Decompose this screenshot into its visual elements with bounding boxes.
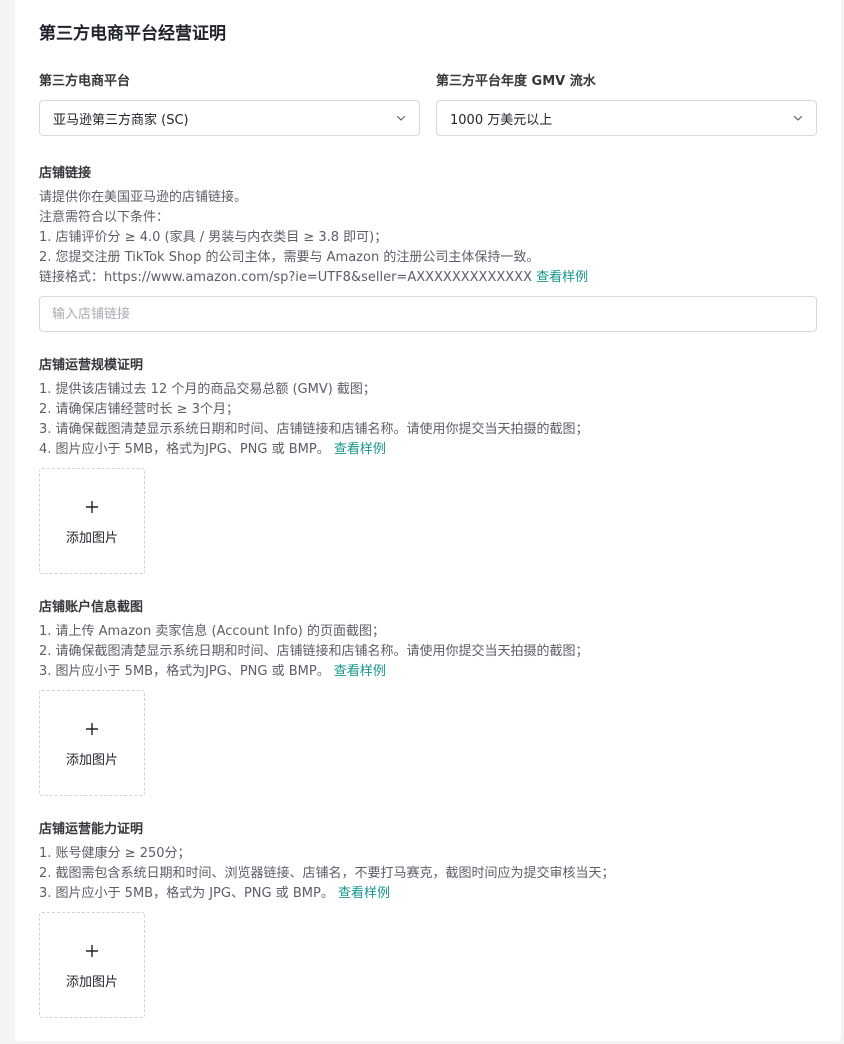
description-line-format: 链接格式：https://www.amazon.com/sp?ie=UTF8&s…	[39, 268, 817, 288]
store-link-description: 请提供你在美国亚马逊的店铺链接。 注意需符合以下条件： 1. 店铺评价分 ≥ 4…	[39, 188, 817, 288]
account-info-section: 店铺账户信息截图 1. 请上传 Amazon 卖家信息 (Account Inf…	[39, 598, 817, 796]
description-line: 1. 账号健康分 ≥ 250分；	[39, 844, 817, 864]
description-line: 注意需符合以下条件：	[39, 208, 817, 228]
view-sample-link[interactable]: 查看样例	[338, 886, 390, 901]
scale-proof-label: 店铺运营规模证明	[39, 356, 817, 376]
gmv-select-value: 1000 万美元以上	[450, 109, 792, 128]
view-sample-link[interactable]: 查看样例	[334, 664, 386, 679]
capability-proof-upload-button[interactable]: 添加图片	[39, 912, 145, 1018]
chevron-down-icon	[395, 112, 407, 124]
upload-label: 添加图片	[66, 749, 118, 768]
scale-proof-section: 店铺运营规模证明 1. 提供该店铺过去 12 个月的商品交易总额 (GMV) 截…	[39, 356, 817, 574]
description-line: 2. 请确保截图清楚显示系统日期和时间、店铺链接和店铺名称。请使用你提交当天拍摄…	[39, 642, 817, 662]
description-line: 3. 请确保截图清楚显示系统日期和时间、店铺链接和店铺名称。请使用你提交当天拍摄…	[39, 420, 817, 440]
description-line-last: 3. 图片应小于 5MB，格式为 JPG、PNG 或 BMP。 查看样例	[39, 884, 817, 904]
upload-label: 添加图片	[66, 971, 118, 990]
scale-proof-description: 1. 提供该店铺过去 12 个月的商品交易总额 (GMV) 截图； 2. 请确保…	[39, 380, 817, 460]
capability-proof-label: 店铺运营能力证明	[39, 820, 817, 840]
page-title: 第三方电商平台经营证明	[39, 22, 226, 46]
description-text: 4. 图片应小于 5MB，格式为JPG、PNG 或 BMP。	[39, 442, 330, 457]
account-info-description: 1. 请上传 Amazon 卖家信息 (Account Info) 的页面截图；…	[39, 622, 817, 682]
plus-icon	[85, 941, 99, 963]
description-line: 请提供你在美国亚马逊的店铺链接。	[39, 188, 817, 208]
description-line: 2. 请确保店铺经营时长 ≥ 3个月；	[39, 400, 817, 420]
description-text: 3. 图片应小于 5MB，格式为 JPG、PNG 或 BMP。	[39, 886, 334, 901]
upload-label: 添加图片	[66, 527, 118, 546]
form-card: 第三方电商平台经营证明 第三方电商平台 亚马逊第三方商家 (SC) 第三方平台年…	[15, 0, 841, 1041]
description-text: 3. 图片应小于 5MB，格式为JPG、PNG 或 BMP。	[39, 664, 330, 679]
capability-proof-description: 1. 账号健康分 ≥ 250分； 2. 截图需包含系统日期和时间、浏览器链接、店…	[39, 844, 817, 904]
scale-proof-upload-button[interactable]: 添加图片	[39, 468, 145, 574]
platform-field: 第三方电商平台 亚马逊第三方商家 (SC)	[39, 72, 420, 136]
description-line: 2. 截图需包含系统日期和时间、浏览器链接、店铺名，不要打马赛克，截图时间应为提…	[39, 864, 817, 884]
gmv-select[interactable]: 1000 万美元以上	[436, 100, 817, 136]
description-line: 2. 您提交注册 TikTok Shop 的公司主体，需要与 Amazon 的注…	[39, 248, 817, 268]
capability-proof-section: 店铺运营能力证明 1. 账号健康分 ≥ 250分； 2. 截图需包含系统日期和时…	[39, 820, 817, 1018]
link-format-text: 链接格式：https://www.amazon.com/sp?ie=UTF8&s…	[39, 270, 532, 285]
platform-select-value: 亚马逊第三方商家 (SC)	[53, 109, 395, 128]
view-sample-link[interactable]: 查看样例	[536, 270, 588, 285]
chevron-down-icon	[792, 112, 804, 124]
gmv-label: 第三方平台年度 GMV 流水	[436, 72, 817, 92]
store-link-section: 店铺链接 请提供你在美国亚马逊的店铺链接。 注意需符合以下条件： 1. 店铺评价…	[39, 164, 817, 332]
account-info-upload-button[interactable]: 添加图片	[39, 690, 145, 796]
description-line: 1. 提供该店铺过去 12 个月的商品交易总额 (GMV) 截图；	[39, 380, 817, 400]
platform-select[interactable]: 亚马逊第三方商家 (SC)	[39, 100, 420, 136]
description-line-last: 4. 图片应小于 5MB，格式为JPG、PNG 或 BMP。 查看样例	[39, 440, 817, 460]
description-line: 1. 店铺评价分 ≥ 4.0 (家具 / 男装与内衣类目 ≥ 3.8 即可)；	[39, 228, 817, 248]
gmv-field: 第三方平台年度 GMV 流水 1000 万美元以上	[436, 72, 817, 136]
store-link-label: 店铺链接	[39, 164, 817, 184]
account-info-label: 店铺账户信息截图	[39, 598, 817, 618]
description-line-last: 3. 图片应小于 5MB，格式为JPG、PNG 或 BMP。 查看样例	[39, 662, 817, 682]
description-line: 1. 请上传 Amazon 卖家信息 (Account Info) 的页面截图；	[39, 622, 817, 642]
plus-icon	[85, 719, 99, 741]
view-sample-link[interactable]: 查看样例	[334, 442, 386, 457]
plus-icon	[85, 497, 99, 519]
store-link-input[interactable]	[39, 296, 817, 332]
platform-label: 第三方电商平台	[39, 72, 420, 92]
